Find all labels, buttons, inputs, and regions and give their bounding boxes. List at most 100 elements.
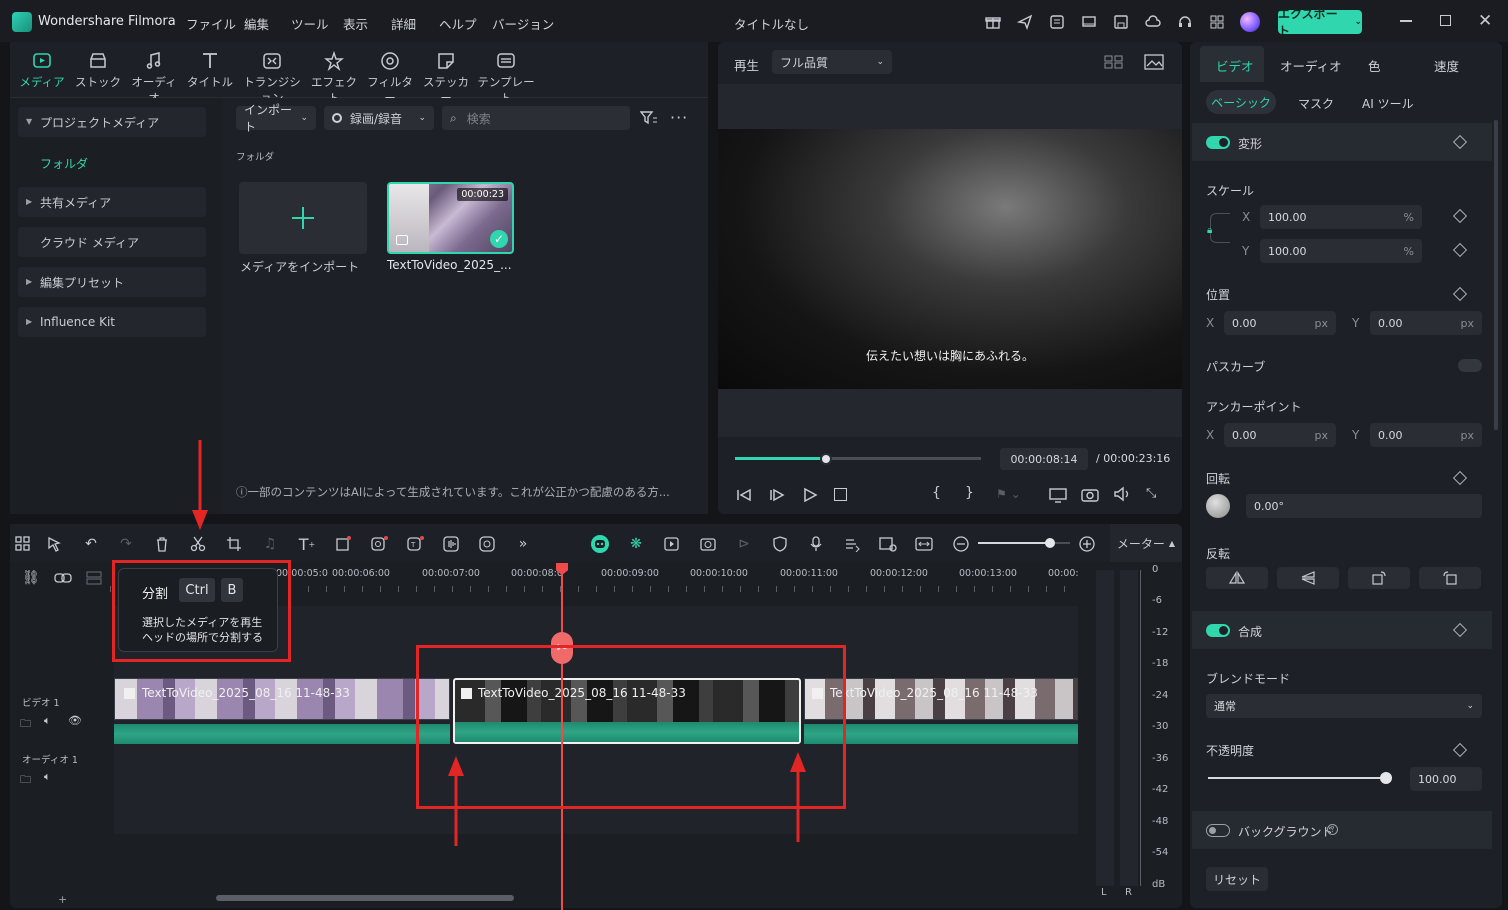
sidebar-item-influence-kit[interactable]: ▶ Influence Kit [18,307,206,337]
menu-tools[interactable]: ツール [291,14,329,33]
split-scissors-icon[interactable] [187,534,209,554]
timeline-h-scrollbar[interactable] [216,895,514,901]
lock-icon[interactable]: 🔒︎ [1207,225,1212,236]
opacity-slider-handle[interactable] [1380,772,1392,784]
save-icon[interactable] [1112,13,1130,31]
fullscreen-icon[interactable]: ⤡ [1146,486,1156,501]
play-icon[interactable] [802,487,818,503]
tab-stock[interactable]: ストック [70,50,126,90]
import-media-tile[interactable] [239,182,367,254]
anchor-x-input[interactable]: 0.00 px [1224,423,1336,447]
monitor-icon[interactable] [1080,13,1098,31]
unlink-icon[interactable]: ⛓ [22,570,40,586]
rotate-right-button[interactable] [1348,567,1410,589]
media-clip-thumbnail[interactable]: 00:00:23 ✓ [387,182,514,254]
scale-y-input[interactable]: 100.00% [1260,239,1422,263]
link-icon[interactable] [54,572,72,584]
audio-speaker-icon[interactable]: 🔈︎ [44,770,51,784]
redo-icon[interactable]: ↷ [115,534,137,554]
grid-view-icon[interactable] [1104,55,1124,69]
tab-color[interactable]: 色 [1368,56,1381,75]
audio-edit-icon[interactable]: ♫ [259,534,281,554]
position-y-input[interactable]: 0.00 px [1370,311,1482,335]
send-icon[interactable] [1016,13,1034,31]
speaker-icon[interactable]: 🔈︎ [44,714,51,728]
zoom-out-icon[interactable] [950,534,972,554]
sticker-tool-icon[interactable] [476,534,498,554]
prev-frame-icon[interactable] [736,487,752,503]
tab-video[interactable]: ビデオ [1216,56,1254,75]
composite-toggle[interactable] [1206,624,1230,637]
menu-version[interactable]: バージョン [492,14,554,33]
avatar[interactable] [1240,12,1260,32]
ai-avatar-icon[interactable] [589,534,611,554]
image-settings-icon[interactable] [877,534,899,554]
gift-icon[interactable] [984,13,1002,31]
text-icon[interactable]: T + [296,534,318,554]
search-input[interactable]: ⌕ 検索 [442,106,630,130]
track-manage-icon[interactable] [86,571,102,585]
add-track-icon[interactable]: + [58,893,67,906]
mark-in-icon[interactable]: { [932,485,941,501]
display-output-icon[interactable] [1049,487,1067,503]
rotate-left-button[interactable] [1419,567,1481,589]
path-curve-toggle[interactable] [1458,359,1482,372]
position-x-input[interactable]: 0.00 px [1224,311,1336,335]
opacity-input[interactable]: 100.00 [1410,767,1482,791]
audio-wave-icon[interactable] [440,534,462,554]
frame-icon[interactable] [332,534,354,554]
folder-icon[interactable]: 🗀 [20,715,31,734]
ai-text-icon[interactable]: T [404,534,426,554]
tab-media[interactable]: メディア [14,50,70,90]
crop-icon[interactable] [223,534,245,554]
playback-circle-icon[interactable]: ⊳ [733,534,755,554]
subtab-mask[interactable]: マスク [1298,95,1334,112]
close-icon[interactable]: ✕ [1478,11,1492,31]
background-toggle[interactable] [1206,824,1230,837]
select-cursor-icon[interactable] [44,534,66,554]
subtab-basic[interactable]: ベーシック [1206,90,1276,114]
zoom-in-icon[interactable] [1076,534,1098,554]
menu-edit[interactable]: 編集 [244,14,269,33]
filter-sort-icon[interactable] [640,110,658,126]
undo-icon[interactable]: ↶ [80,534,102,554]
sidebar-item-folder[interactable]: フォルダ [40,155,88,172]
apps-grid-icon[interactable] [1208,13,1226,31]
sidebar-item-shared-media[interactable]: ▶ 共有メディア [18,187,206,217]
reset-button[interactable]: リセット [1206,867,1268,891]
flip-vertical-button[interactable] [1277,567,1339,589]
transform-toggle[interactable] [1206,136,1230,149]
ai-effect-icon[interactable] [368,534,390,554]
eye-icon[interactable]: 👁︎ [68,714,82,727]
more-options-icon[interactable]: ··· [670,108,688,127]
menu-help[interactable]: ヘルプ [439,14,477,33]
help-icon[interactable]: ? [1327,824,1338,835]
anchor-y-input[interactable]: 0.00 px [1370,423,1482,447]
snapshot-image-icon[interactable] [1144,54,1164,70]
headset-icon[interactable] [1176,13,1194,31]
mark-out-icon[interactable]: } [965,485,974,501]
record-screen-icon[interactable] [697,534,719,554]
notes-icon[interactable] [1048,13,1066,31]
next-frame-icon[interactable] [769,487,785,503]
cloud-upload-icon[interactable] [1144,13,1162,31]
more-tools-icon[interactable]: » [512,534,534,554]
volume-icon[interactable] [1113,486,1131,502]
tab-speed[interactable]: 速度 [1434,56,1459,75]
inspector-scrollbar[interactable] [1494,120,1498,430]
microphone-icon[interactable] [805,534,827,554]
flip-horizontal-button[interactable] [1206,567,1268,589]
blend-mode-select[interactable]: 通常 ⌄ [1206,694,1482,718]
menu-file[interactable]: ファイル [186,14,236,33]
fit-width-icon[interactable] [913,534,935,554]
snap-icon[interactable]: ❋ [625,534,647,554]
shield-icon[interactable] [769,534,791,554]
current-time[interactable]: 00:00:08:14 [1000,448,1088,470]
import-dropdown[interactable]: インポート ⌄ [236,103,316,134]
rotation-input[interactable]: 0.00° [1246,494,1482,518]
audio-folder-icon[interactable]: 🗀 [20,771,31,790]
record-dropdown[interactable]: 録画/録音 ⌄ [324,106,434,130]
layout-grid-icon[interactable] [12,534,34,554]
subtab-ai-tools[interactable]: AI ツール [1362,95,1414,112]
subtitle-list-icon[interactable] [841,534,863,554]
